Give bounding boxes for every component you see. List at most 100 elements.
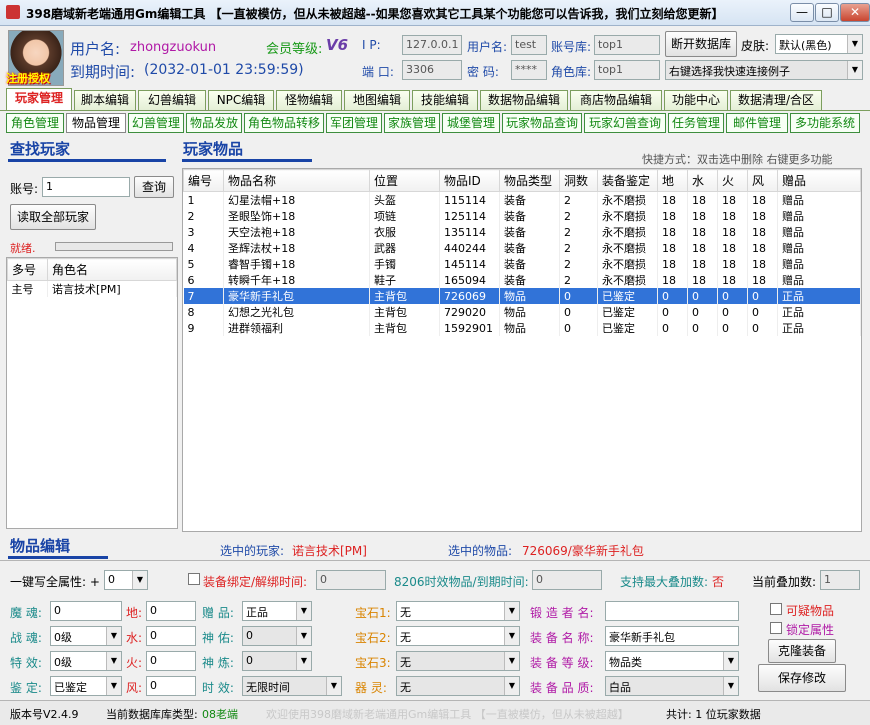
- tab-data-cleanup[interactable]: 数据清理/合区: [730, 90, 822, 110]
- subtab-item-mgmt[interactable]: 物品管理: [66, 113, 126, 133]
- save-button[interactable]: 保存修改: [758, 664, 846, 692]
- maximize-button[interactable]: □: [815, 3, 839, 22]
- bind-checkbox[interactable]: [188, 573, 200, 585]
- port-field[interactable]: 3306: [402, 60, 462, 80]
- col-item-name[interactable]: 物品名称: [223, 169, 370, 192]
- tab-player-mgmt[interactable]: 玩家管理: [6, 88, 72, 110]
- tab-script-edit[interactable]: 脚本编辑: [74, 90, 136, 110]
- table-row[interactable]: 4 圣辉法杖+18 武器 440244 装备 2 永不磨损 18 18 18 18 赠品: [183, 240, 861, 256]
- db-user-field[interactable]: test: [511, 35, 547, 55]
- tab-monster-edit[interactable]: 怪物编辑: [276, 90, 342, 110]
- table-row[interactable]: 3 天空法袍+18 衣服 135114 装备 2 永不磨损 18 18 18 18 赠品: [183, 224, 861, 240]
- equip-name-field[interactable]: 豪华新手礼包: [605, 626, 739, 646]
- gem2-select[interactable]: 无 ▼: [396, 626, 520, 646]
- battle-soul-select[interactable]: 0级 ▼: [50, 626, 122, 646]
- col-role-name[interactable]: 角色名: [47, 258, 177, 281]
- db-pass-field[interactable]: ****: [511, 60, 547, 80]
- read-all-players-button[interactable]: 读取全部玩家: [10, 204, 96, 230]
- clone-equip-button[interactable]: 克隆装备: [768, 639, 836, 663]
- bless-value: 0: [246, 629, 253, 642]
- tab-data-item-edit[interactable]: 数据物品编辑: [480, 90, 568, 110]
- gem1-select[interactable]: 无 ▼: [396, 601, 520, 621]
- account-input[interactable]: 1: [42, 177, 130, 197]
- appraise-select[interactable]: 已鉴定 ▼: [50, 676, 122, 696]
- table-row[interactable]: 6 转瞬千年+18 鞋子 165094 装备 2 永不磨损 18 18 18 18 赠品: [183, 272, 861, 288]
- earth-field[interactable]: 0: [146, 601, 196, 621]
- subtab-item-issue[interactable]: 物品发放: [186, 113, 242, 133]
- role-db-field[interactable]: top1: [594, 60, 660, 80]
- cur-stack-field[interactable]: 1: [820, 570, 860, 590]
- player-list[interactable]: 多号 角色名 主号 诺言技术[PM]: [6, 257, 178, 529]
- table-row[interactable]: 主号 诺言技术[PM]: [7, 280, 177, 297]
- player-items-table[interactable]: 编号 物品名称 位置 物品ID 物品类型 洞数 装备鉴定 地 水 火 风 赠品 …: [182, 168, 862, 532]
- lock-attr-checkbox[interactable]: [770, 622, 782, 634]
- disconnect-db-button[interactable]: 断开数据库: [665, 31, 737, 57]
- col-position[interactable]: 位置: [369, 169, 440, 192]
- equip-level-select[interactable]: 物品类 ▼: [605, 651, 739, 671]
- subtab-player-pet-query[interactable]: 玩家幻兽查询: [584, 113, 666, 133]
- col-earth[interactable]: 地: [657, 169, 688, 192]
- table-row[interactable]: 9 进群领福利 主背包 1592901 物品 0 已鉴定 0 0 0 0 正品: [183, 320, 861, 336]
- acct-db-field[interactable]: top1: [594, 35, 660, 55]
- effect-select[interactable]: 0级 ▼: [50, 651, 122, 671]
- minimize-button[interactable]: —: [790, 3, 814, 22]
- col-no[interactable]: 编号: [183, 169, 224, 192]
- subtab-family-mgmt[interactable]: 家族管理: [384, 113, 440, 133]
- query-button[interactable]: 查询: [134, 176, 174, 198]
- table-row[interactable]: 2 圣眼坠饰+18 项链 125114 装备 2 永不磨损 18 18 18 18 赠品: [183, 208, 861, 224]
- onekey-select[interactable]: 0 ▼: [104, 570, 148, 590]
- spirit-select[interactable]: 无 ▼: [396, 676, 520, 696]
- table-row[interactable]: 7 豪华新手礼包 主背包 726069 物品 0 已鉴定 0 0 0 0 正品: [183, 288, 861, 304]
- col-fire[interactable]: 火: [717, 169, 748, 192]
- subtab-mail-mgmt[interactable]: 邮件管理: [726, 113, 788, 133]
- col-item-id[interactable]: 物品ID: [439, 169, 500, 192]
- water-field[interactable]: 0: [146, 626, 196, 646]
- subtab-role-item-transfer[interactable]: 角色物品转移: [244, 113, 324, 133]
- tab-shop-item-edit[interactable]: 商店物品编辑: [570, 90, 662, 110]
- equip-quality-select[interactable]: 白品 ▼: [605, 676, 739, 696]
- gem3-select[interactable]: 无 ▼: [396, 651, 520, 671]
- cell: 2: [559, 191, 598, 208]
- subtab-pet-mgmt[interactable]: 幻兽管理: [128, 113, 184, 133]
- ip-field[interactable]: 127.0.0.1: [402, 35, 462, 55]
- table-row[interactable]: 8 幻想之光礼包 主背包 729020 物品 0 已鉴定 0 0 0 0 正品: [183, 304, 861, 320]
- tab-function-center[interactable]: 功能中心: [664, 90, 728, 110]
- subtab-player-item-query[interactable]: 玩家物品查询: [502, 113, 582, 133]
- col-holes[interactable]: 洞数: [559, 169, 598, 192]
- subtab-castle-mgmt[interactable]: 城堡管理: [442, 113, 500, 133]
- cell: 18: [657, 256, 688, 272]
- subtab-task-mgmt[interactable]: 任务管理: [668, 113, 724, 133]
- subtab-role-mgmt[interactable]: 角色管理: [6, 113, 64, 133]
- close-button[interactable]: ✕: [840, 3, 870, 22]
- col-wind[interactable]: 风: [747, 169, 778, 192]
- col-water[interactable]: 水: [687, 169, 718, 192]
- quick-connect-select[interactable]: 右键选择我快速连接例子 ▼: [665, 60, 863, 80]
- fire-field[interactable]: 0: [146, 651, 196, 671]
- timed-field[interactable]: 0: [532, 570, 602, 590]
- subtab-multi-system[interactable]: 多功能系统: [790, 113, 860, 133]
- bless-select[interactable]: 0 ▼: [242, 626, 312, 646]
- db-user-label: 用户名:: [467, 40, 508, 54]
- col-alt[interactable]: 多号: [7, 258, 48, 281]
- soul-field[interactable]: 0: [50, 601, 122, 621]
- table-row[interactable]: 1 幻星法帽+18 头盔 115114 装备 2 永不磨损 18 18 18 18 赠品: [183, 191, 861, 208]
- wind-field[interactable]: 0: [146, 676, 196, 696]
- skin-select[interactable]: 默认(黑色) ▼: [775, 34, 863, 54]
- equip-name-label: 装 备 名 称:: [530, 631, 594, 645]
- forger-field[interactable]: [605, 601, 739, 621]
- tab-pet-edit[interactable]: 幻兽编辑: [138, 90, 206, 110]
- tab-map-edit[interactable]: 地图编辑: [344, 90, 410, 110]
- time-effect-select[interactable]: 无限时间 ▼: [242, 676, 342, 696]
- tab-skill-edit[interactable]: 技能编辑: [412, 90, 478, 110]
- suspicious-checkbox[interactable]: [770, 603, 782, 615]
- gift-select[interactable]: 正品 ▼: [242, 601, 312, 621]
- subtab-legion-mgmt[interactable]: 军团管理: [326, 113, 382, 133]
- bind-time-field[interactable]: 0: [316, 570, 386, 590]
- col-gift[interactable]: 赠品: [777, 169, 861, 192]
- col-item-type[interactable]: 物品类型: [499, 169, 560, 192]
- acct-db-label: 账号库:: [551, 40, 592, 54]
- refine-select[interactable]: 0 ▼: [242, 651, 312, 671]
- table-row[interactable]: 5 睿智手镯+18 手镯 145114 装备 2 永不磨损 18 18 18 18 赠品: [183, 256, 861, 272]
- tab-npc-edit[interactable]: NPC编辑: [208, 90, 274, 110]
- col-appraisal[interactable]: 装备鉴定: [597, 169, 658, 192]
